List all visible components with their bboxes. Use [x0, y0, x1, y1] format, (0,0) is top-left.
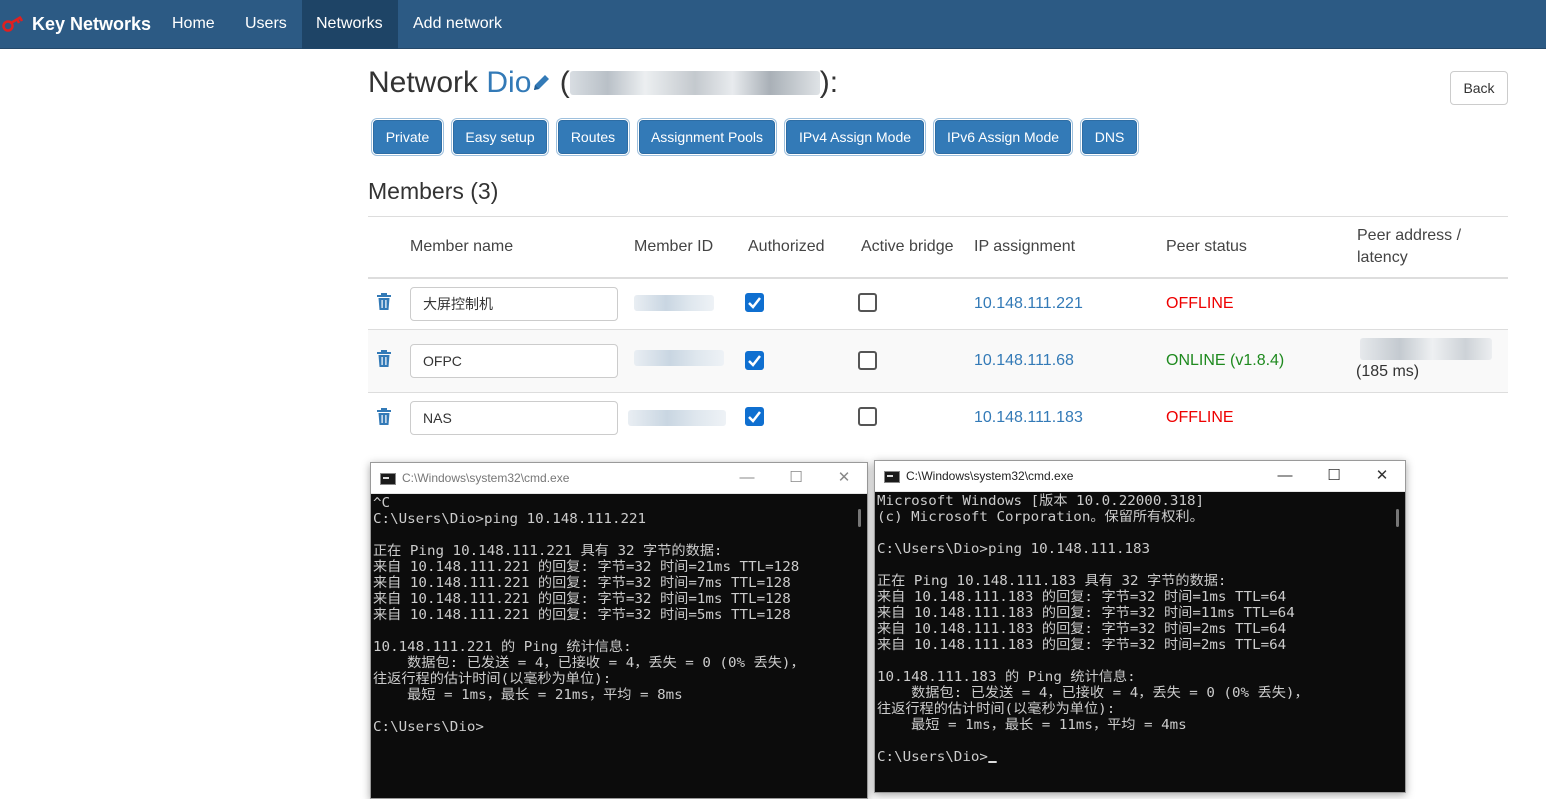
peer-status: ONLINE (v1.8.4): [1166, 352, 1285, 369]
peer-status: OFFLINE: [1166, 409, 1234, 426]
cmd-window-right[interactable]: C:\Windows\system32\cmd.exe — ☐ ✕ Micros…: [874, 460, 1406, 793]
col-member-id: Member ID: [634, 238, 714, 255]
easy-setup-button[interactable]: Easy setup: [453, 120, 547, 154]
col-member-name: Member name: [410, 238, 514, 255]
col-ip-assignment: IP assignment: [974, 238, 1076, 255]
member-name-input[interactable]: 大屏控制机: [410, 287, 618, 321]
trash-icon[interactable]: [376, 408, 392, 426]
scrollbar[interactable]: [1389, 493, 1405, 792]
col-latency: latency: [1357, 249, 1408, 266]
col-authorized: Authorized: [748, 238, 825, 255]
table-row: 大屏控制机 10.148.111.221 OFFLINE: [368, 279, 1508, 330]
peer-latency: (185 ms): [1356, 363, 1420, 380]
ip-assignment-link[interactable]: 10.148.111.68: [974, 352, 1074, 370]
redacted-member-id: [634, 350, 724, 366]
top-navbar: Key Networks Home Users Networks Add net…: [0, 0, 1546, 49]
scroll-thumb[interactable]: [1396, 509, 1399, 527]
title-prefix: Network: [368, 66, 487, 99]
members-heading: Members (3): [368, 178, 499, 204]
title-paren-open: (: [551, 66, 570, 99]
col-active-bridge: Active bridge: [861, 238, 954, 255]
active-bridge-checkbox[interactable]: [858, 407, 877, 426]
private-button[interactable]: Private: [373, 120, 442, 154]
routes-button[interactable]: Routes: [558, 120, 628, 154]
maximize-button[interactable]: ☐: [1319, 466, 1349, 486]
maximize-button[interactable]: ☐: [781, 468, 811, 488]
redacted-member-id: [628, 410, 726, 426]
ip-assignment-link[interactable]: 10.148.111.183: [974, 409, 1083, 427]
table-header: Member name Member ID Authorized Active …: [368, 216, 1508, 279]
nav-users[interactable]: Users: [231, 0, 301, 49]
text-cursor: [987, 761, 997, 763]
minimize-button[interactable]: —: [1270, 466, 1300, 486]
close-button[interactable]: ✕: [829, 468, 859, 488]
back-button[interactable]: Back: [1450, 71, 1508, 105]
redacted-peer-address: [1360, 338, 1492, 360]
active-bridge-checkbox[interactable]: [858, 293, 877, 312]
cmd-title: C:\Windows\system32\cmd.exe: [402, 471, 570, 485]
cmd-titlebar[interactable]: C:\Windows\system32\cmd.exe — ☐ ✕: [875, 461, 1405, 492]
title-paren-close: ):: [819, 66, 839, 99]
key-logo-icon: [2, 15, 24, 32]
cmd-window-left[interactable]: C:\Windows\system32\cmd.exe — ☐ ✕ ^C C:\…: [370, 462, 868, 799]
console-icon: [884, 471, 900, 483]
trash-icon[interactable]: [376, 350, 392, 368]
console-icon: [380, 473, 396, 485]
trash-icon[interactable]: [376, 293, 392, 311]
member-name-input[interactable]: NAS: [410, 401, 618, 435]
scrollbar[interactable]: [851, 495, 867, 798]
scroll-thumb[interactable]: [858, 509, 861, 527]
member-name-input[interactable]: OFPC: [410, 344, 618, 378]
console-output[interactable]: Microsoft Windows [版本 10.0.22000.318] (c…: [877, 493, 1413, 792]
table-row: OFPC 10.148.111.68 ONLINE (v1.8.4) (185 …: [368, 330, 1508, 393]
close-button[interactable]: ✕: [1367, 466, 1397, 486]
peer-status: OFFLINE: [1166, 295, 1234, 312]
minimize-button[interactable]: —: [732, 468, 762, 488]
redacted-network-id: [569, 71, 820, 95]
authorized-checkbox[interactable]: [745, 351, 764, 370]
ip-assignment-link[interactable]: 10.148.111.221: [974, 295, 1083, 313]
ipv4-assign-mode-button[interactable]: IPv4 Assign Mode: [786, 120, 924, 154]
nav-networks[interactable]: Networks: [302, 0, 398, 49]
cmd-title: C:\Windows\system32\cmd.exe: [906, 469, 1074, 483]
col-peer-address: Peer address /: [1357, 227, 1462, 244]
page-title: Network Dio ():: [368, 66, 838, 100]
brand-label: Key Networks: [32, 14, 152, 34]
nav-add-network[interactable]: Add network: [399, 0, 516, 49]
assignment-pools-button[interactable]: Assignment Pools: [639, 120, 775, 154]
col-peer-status: Peer status: [1166, 238, 1247, 255]
active-bridge-checkbox[interactable]: [858, 351, 877, 370]
console-text: Microsoft Windows [版本 10.0.22000.318] (c…: [877, 493, 1309, 765]
brand-link[interactable]: Key Networks: [0, 0, 151, 49]
edit-pencil-icon[interactable]: [531, 72, 551, 94]
authorized-checkbox[interactable]: [745, 407, 764, 426]
network-name-link[interactable]: Dio: [486, 66, 531, 99]
table-row: NAS 10.148.111.183 OFFLINE: [368, 393, 1508, 443]
cmd-titlebar[interactable]: C:\Windows\system32\cmd.exe — ☐ ✕: [371, 463, 867, 494]
authorized-checkbox[interactable]: [745, 293, 764, 312]
console-output[interactable]: ^C C:\Users\Dio>ping 10.148.111.221 正在 P…: [373, 495, 873, 798]
dns-button[interactable]: DNS: [1082, 120, 1137, 154]
ipv6-assign-mode-button[interactable]: IPv6 Assign Mode: [935, 120, 1071, 154]
redacted-member-id: [634, 295, 714, 311]
nav-home[interactable]: Home: [158, 0, 229, 49]
